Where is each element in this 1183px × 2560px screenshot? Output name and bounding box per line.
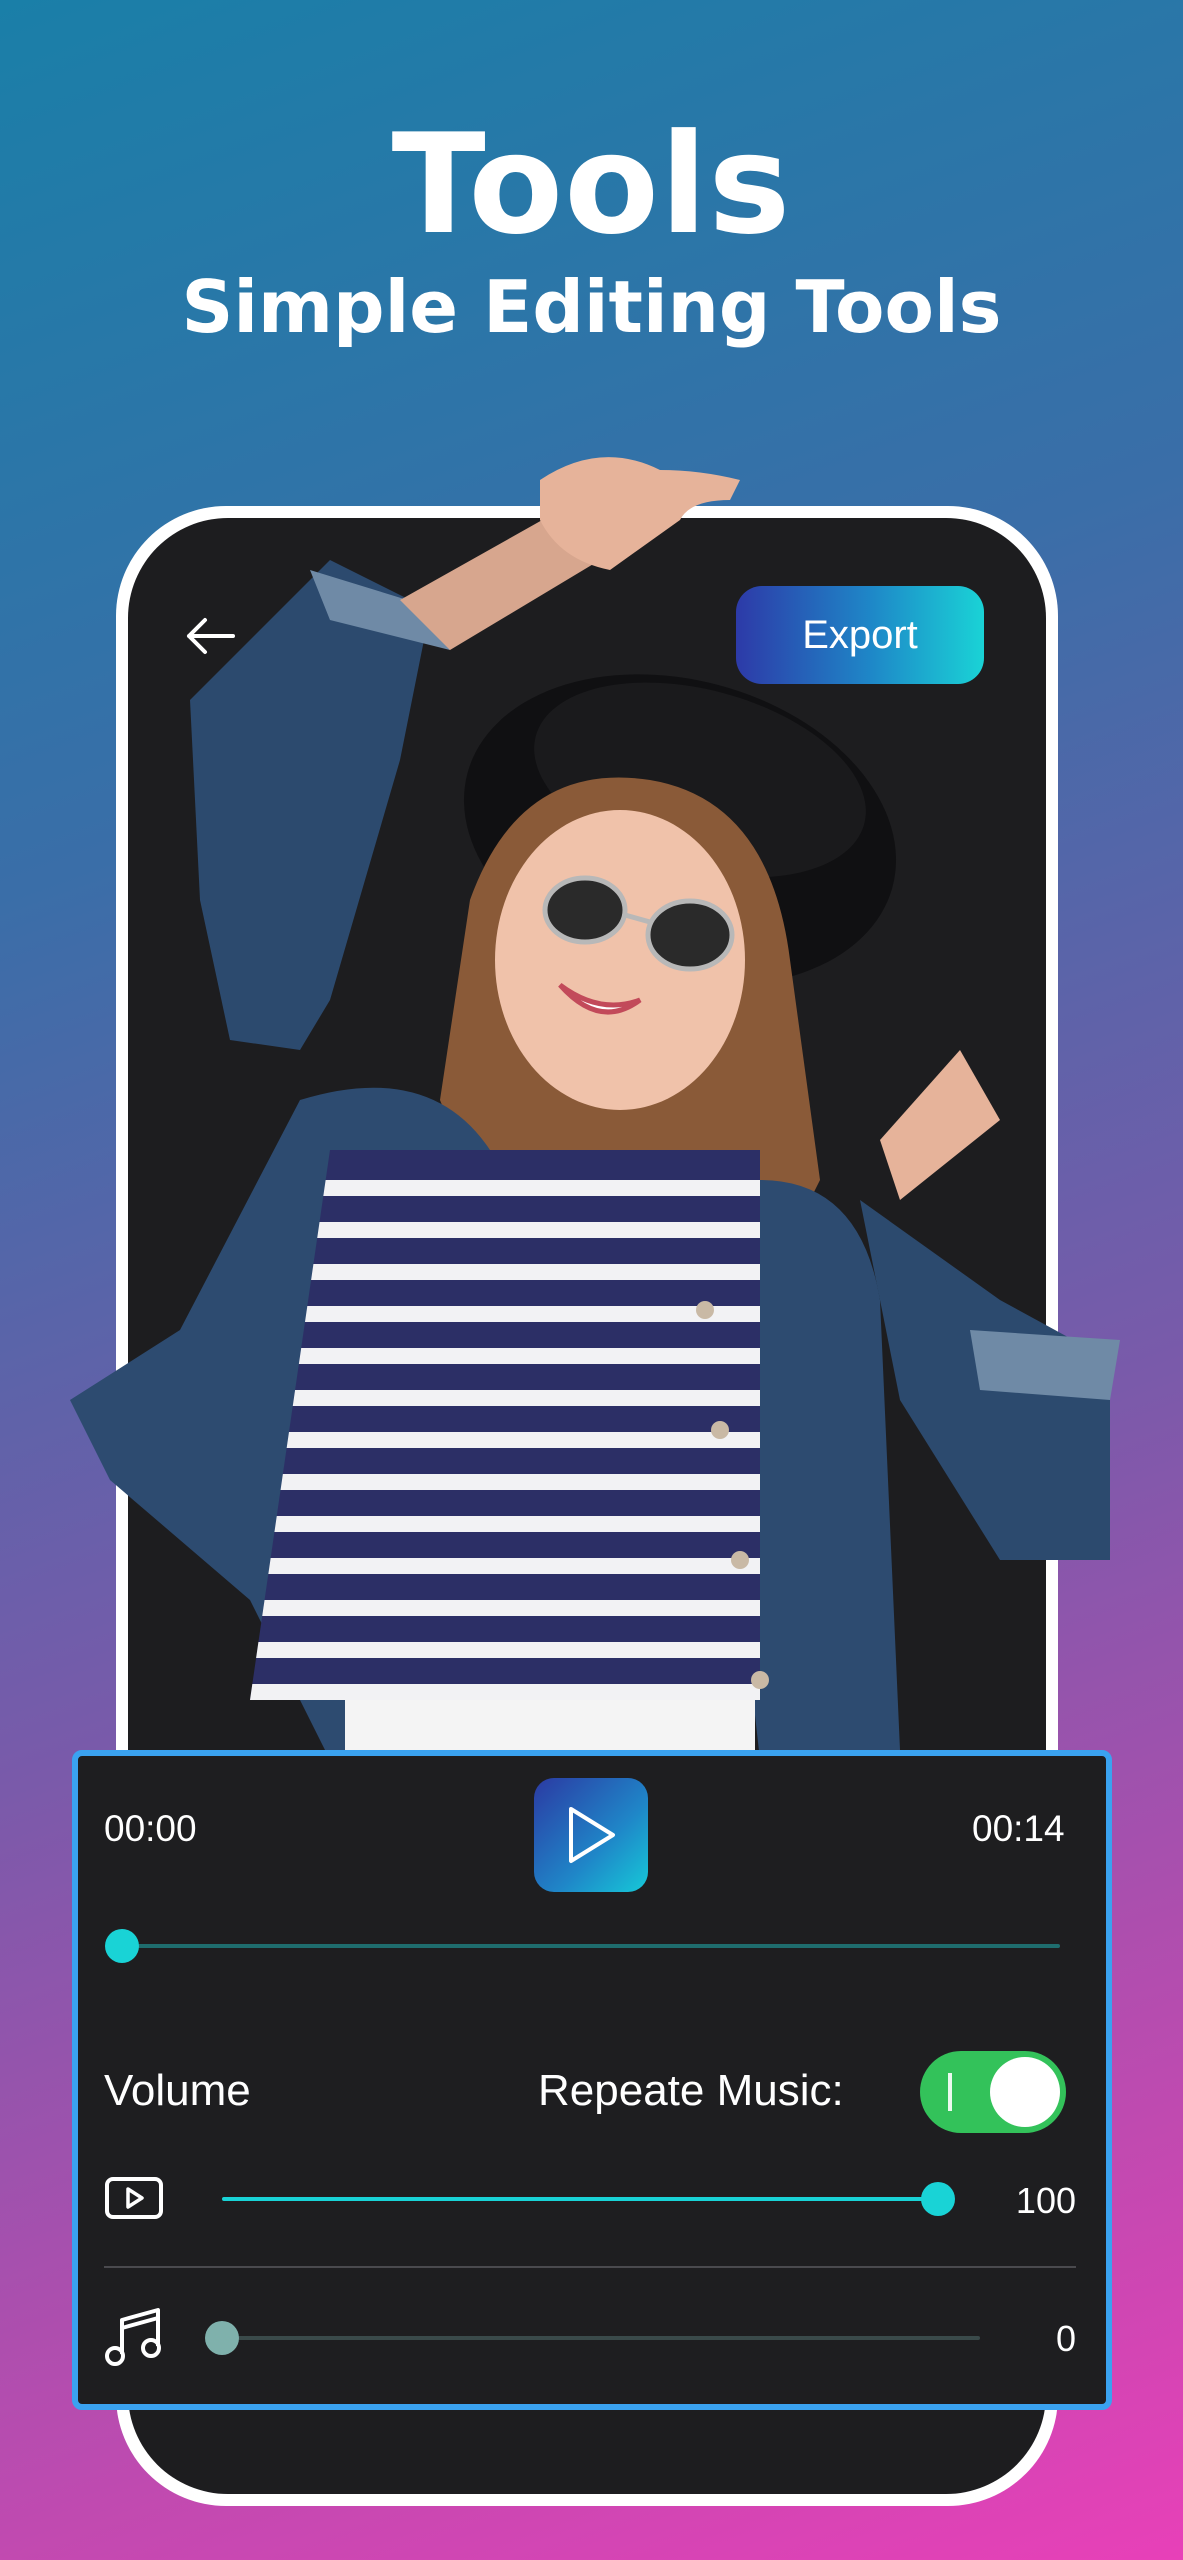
timeline-thumb[interactable] (105, 1929, 139, 1963)
current-time: 00:00 (104, 1808, 197, 1849)
arrow-left-icon (187, 618, 235, 654)
toggle-knob (990, 2057, 1060, 2127)
music-volume-value: 0 (1055, 2318, 1076, 2359)
music-volume-thumb[interactable] (205, 2321, 239, 2355)
video-icon (104, 2176, 164, 2224)
export-button[interactable]: Export (736, 586, 984, 684)
play-icon (569, 1807, 615, 1863)
volume-label: Volume (104, 2066, 251, 2115)
music-note-icon (104, 2306, 164, 2372)
play-button[interactable] (534, 1778, 648, 1892)
video-volume-value: 100 (1015, 2180, 1076, 2221)
timeline-track[interactable] (120, 1944, 1060, 1948)
hero-subtitle: Simple Editing Tools (181, 265, 1002, 349)
video-volume-track[interactable] (222, 2197, 938, 2201)
back-button[interactable] (170, 606, 250, 666)
repeat-music-toggle[interactable] (920, 2051, 1066, 2133)
repeat-music-label: Repeate Music: (538, 2066, 844, 2115)
divider (104, 2266, 1076, 2268)
video-volume-thumb[interactable] (921, 2182, 955, 2216)
total-time: 00:14 (972, 1808, 1065, 1849)
music-volume-track[interactable] (222, 2336, 980, 2340)
hero-title: Tools (391, 104, 792, 265)
toggle-on-mark (948, 2073, 952, 2111)
